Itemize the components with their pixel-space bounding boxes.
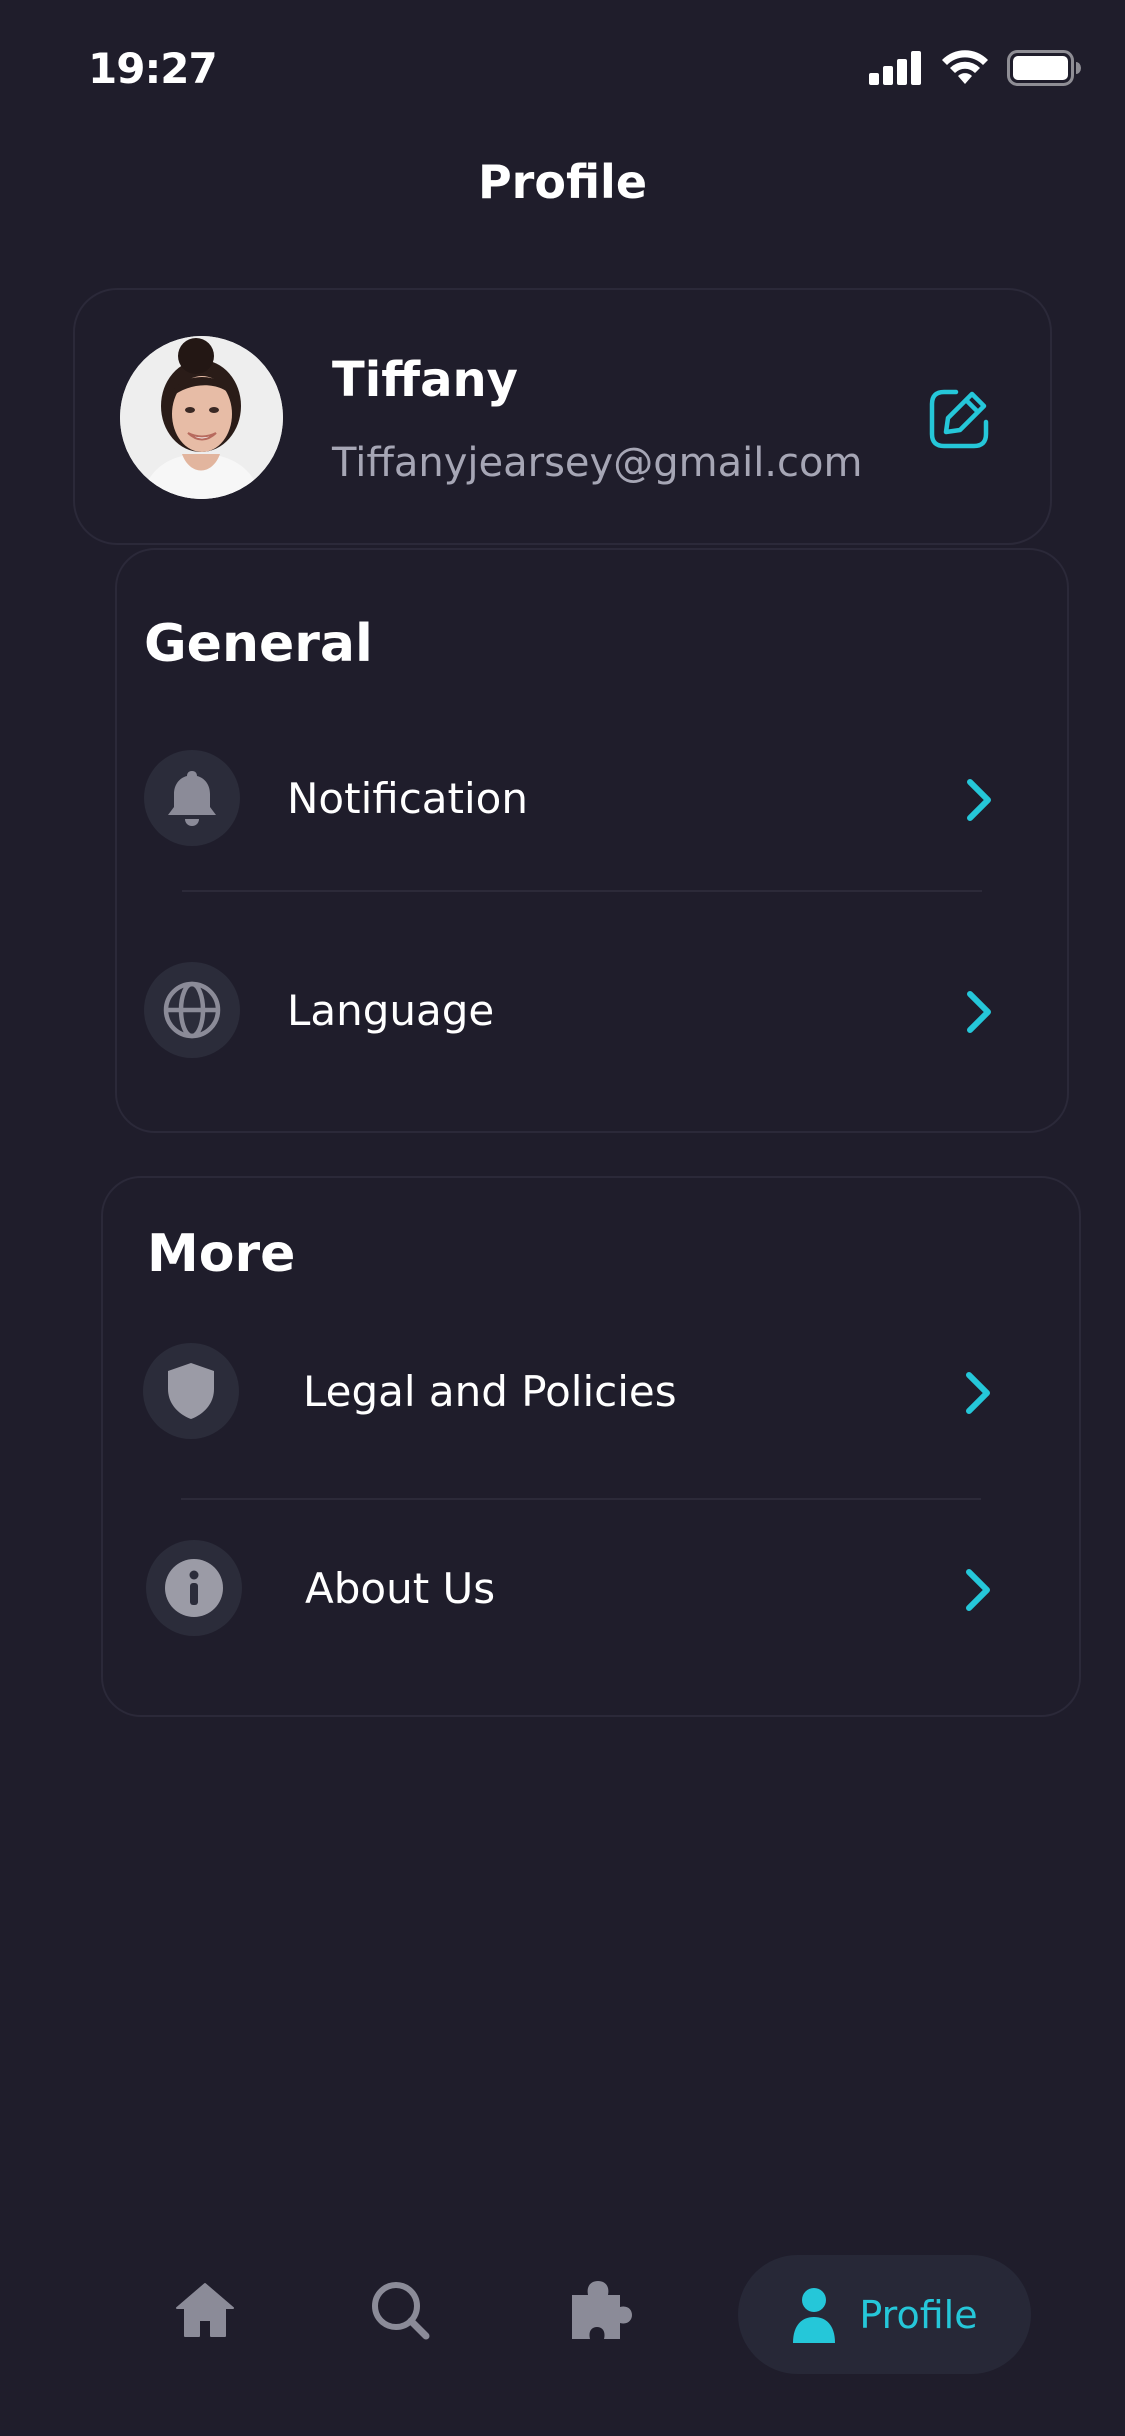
user-icon bbox=[793, 2287, 836, 2343]
nav-home[interactable] bbox=[165, 2250, 245, 2370]
divider bbox=[182, 890, 982, 892]
status-bar: 19:27 bbox=[0, 0, 1125, 140]
info-icon bbox=[165, 1559, 223, 1617]
profile-name: Tiffany bbox=[332, 352, 518, 408]
legal-policies-label: Legal and Policies bbox=[303, 1367, 677, 1416]
divider bbox=[181, 1498, 981, 1500]
search-icon bbox=[372, 2282, 430, 2340]
legal-icon-wrap bbox=[143, 1343, 239, 1439]
wifi-icon bbox=[942, 50, 988, 84]
language-row[interactable]: Language bbox=[117, 962, 1067, 1062]
bell-icon bbox=[168, 771, 216, 826]
nav-profile[interactable]: Profile bbox=[738, 2255, 1031, 2374]
page-title: Profile bbox=[477, 155, 648, 209]
general-section: General Notification Language bbox=[115, 548, 1069, 1133]
avatar bbox=[120, 336, 283, 499]
shield-icon bbox=[168, 1363, 214, 1419]
language-label: Language bbox=[287, 986, 495, 1035]
cellular-signal-icon bbox=[869, 51, 921, 85]
general-section-title: General bbox=[144, 614, 373, 674]
nav-search[interactable] bbox=[360, 2250, 440, 2370]
nav-profile-label: Profile bbox=[859, 2292, 978, 2337]
chevron-right-icon bbox=[966, 1569, 990, 1611]
profile-screen: 19:27 Profile Tiffany Tiffanyjearsey@gma… bbox=[0, 0, 1125, 2436]
profile-email: Tiffanyjearsey@gmail.com bbox=[332, 440, 863, 486]
language-icon-wrap bbox=[144, 962, 240, 1058]
status-time: 19:27 bbox=[88, 44, 218, 93]
chevron-right-icon bbox=[967, 991, 991, 1033]
about-us-row[interactable]: About Us bbox=[103, 1540, 1079, 1640]
nav-extensions[interactable] bbox=[560, 2250, 640, 2370]
status-icons bbox=[869, 50, 1081, 86]
about-icon-wrap bbox=[146, 1540, 242, 1636]
notification-row[interactable]: Notification bbox=[117, 750, 1067, 850]
edit-icon bbox=[929, 389, 989, 449]
avatar-portrait bbox=[120, 336, 283, 499]
legal-policies-row[interactable]: Legal and Policies bbox=[103, 1343, 1079, 1443]
notification-icon-wrap bbox=[144, 750, 240, 846]
chevron-right-icon bbox=[967, 779, 991, 821]
about-us-label: About Us bbox=[305, 1564, 496, 1613]
more-section-title: More bbox=[147, 1224, 296, 1284]
globe-icon bbox=[163, 981, 221, 1039]
more-section: More Legal and Policies About Us bbox=[101, 1176, 1081, 1717]
puzzle-icon bbox=[572, 2281, 632, 2339]
home-icon bbox=[176, 2283, 234, 2337]
notification-label: Notification bbox=[287, 774, 528, 823]
profile-card[interactable]: Tiffany Tiffanyjearsey@gmail.com bbox=[73, 288, 1052, 545]
bottom-navigation: Profile bbox=[0, 2250, 1125, 2380]
battery-icon bbox=[1007, 50, 1081, 86]
chevron-right-icon bbox=[966, 1372, 990, 1414]
edit-profile-button[interactable] bbox=[926, 386, 992, 452]
